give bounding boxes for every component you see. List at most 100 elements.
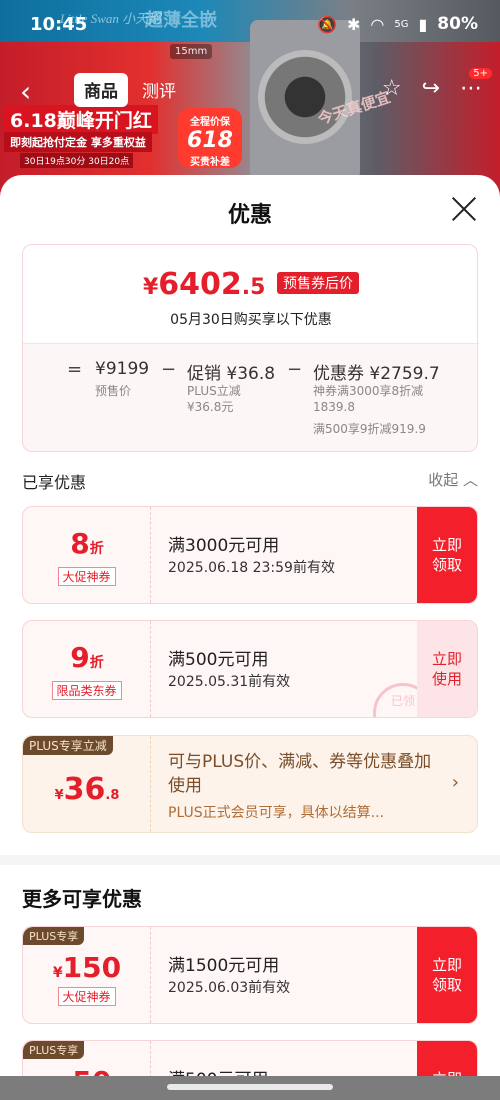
badge-618: 618 (187, 128, 233, 153)
coupon-value-area: PLUS专享 ¥150 大促神券 (23, 927, 151, 1023)
share-icon[interactable]: ↪ (422, 76, 440, 101)
tab-product[interactable]: 商品 (74, 73, 128, 107)
promo-amount-label: ¥36.8元 (187, 400, 234, 414)
coupon-amount: ¥150 (23, 951, 151, 984)
coupon-type: 大促神券 (57, 987, 116, 1006)
coupon-amount-number: 150 (62, 951, 122, 984)
price-guarantee-badge: 全程价保 618 买贵补差 (178, 108, 242, 168)
battery-level: 80% (437, 14, 478, 34)
plus-exclusive-tag: PLUS专享 (23, 1041, 85, 1059)
coupon-condition: 满3000元可用 (168, 536, 280, 556)
signal-icon: 5G (394, 18, 409, 30)
plus-value-area: PLUS专享立减 ¥36.8 (23, 736, 151, 832)
plus-yen: ¥ (54, 788, 64, 803)
star-icon[interactable]: ☆ (382, 76, 402, 101)
coupon-type: 大促神券 (57, 567, 116, 586)
back-icon[interactable]: ‹ (20, 74, 56, 110)
plus-description: 可与PLUS价、满减、券等优惠叠加使用 (168, 752, 432, 796)
coupon-value-area: 9折 限品类东券 (23, 621, 151, 717)
button-line1: 立即 (431, 956, 462, 974)
plus-discount-card[interactable]: PLUS专享立减 ¥36.8 可与PLUS价、满减、券等优惠叠加使用 PLUS正… (22, 735, 478, 833)
coupon-expiry: 2025.05.31前有效 (168, 674, 291, 690)
coupon-card: 8折 大促神券 满3000元可用 2025.06.18 23:59前有效 立即 … (22, 506, 478, 604)
promo-times: 30日19点30分 30日20点 (20, 153, 134, 168)
coupon-discount-number: 9 (70, 641, 90, 674)
minus-sign: − (287, 359, 303, 380)
coupon-label-amount: 1839.8 (313, 400, 355, 414)
chevron-right-icon: › (451, 772, 459, 793)
status-time: 10:45 (30, 14, 88, 35)
coupon-discount-unit: 折 (89, 655, 104, 671)
final-price-yen: ¥ (142, 275, 159, 300)
plus-dec: .8 (105, 788, 120, 803)
close-icon[interactable] (450, 195, 478, 223)
coupon-discount: 8折 (23, 527, 151, 560)
coupon-condition: 满500元可用 (168, 650, 269, 670)
enjoyed-section-label: 已享优惠 (22, 473, 87, 492)
presale-label: 预售价 (95, 384, 132, 398)
coupon-value-area: 8折 大促神券 (23, 507, 151, 603)
promo-subtitle: 即刻起抢付定金 享多重权益 (4, 132, 152, 152)
coupon-card: 9折 限品类东券 满500元可用 2025.05.31前有效 已领 立即 使用 (22, 620, 478, 718)
button-line2: 领取 (431, 976, 462, 994)
plus-exclusive-tag: PLUS专享 (23, 927, 85, 945)
status-bar: 10:45 🔕 ✱ ◠ 5G ▮ 80% (0, 12, 500, 42)
final-price-int: 6402 (158, 267, 242, 302)
navigation-bar (0, 1076, 500, 1100)
final-price-row: ¥6402.5 预售券后价 (23, 267, 479, 302)
thin-label: 15mm (170, 44, 213, 59)
button-line2: 使用 (431, 670, 462, 688)
coupon-type: 限品类东券 (51, 681, 122, 700)
plus-tag: PLUS专享立减 (23, 736, 113, 755)
plus-int: 36 (63, 772, 106, 807)
coupon-discount: 9折 (23, 641, 151, 674)
presale-tag: 预售券后价 (277, 272, 360, 294)
section-divider (0, 855, 500, 865)
plus-amount: ¥36.8 (23, 772, 151, 807)
tab-review[interactable]: 测评 (132, 73, 186, 107)
more-icon[interactable]: ⋯ (460, 76, 482, 101)
coupon-card: PLUS专享 ¥150 大促神券 满1500元可用 2025.06.03前有效 … (22, 926, 478, 1024)
button-line1: 立即 (431, 650, 462, 668)
claim-coupon-button[interactable]: 立即 领取 (417, 507, 477, 603)
use-coupon-button[interactable]: 立即 使用 (417, 621, 477, 717)
button-line2: 领取 (431, 556, 462, 574)
coupon-discount-unit: 折 (89, 541, 104, 557)
purchase-date-note: 05月30日购买享以下优惠 (170, 312, 332, 328)
promo-label: PLUS立减 (187, 384, 241, 398)
message-count-badge: 5+ (469, 68, 492, 79)
status-icons: 🔕 ✱ ◠ 5G ▮ 80% (317, 14, 478, 34)
coupon-condition: 满1500元可用 (168, 956, 280, 976)
final-price: ¥6402.5 (143, 267, 271, 302)
badge-line1: 全程价保 (190, 117, 230, 128)
mute-icon: 🔕 (317, 14, 337, 34)
plus-note: PLUS正式会员可享，具体以结算... (168, 805, 385, 821)
coupon-value: 优惠券 ¥2759.7 (313, 364, 440, 384)
home-indicator[interactable] (167, 1084, 333, 1090)
promo-value: 促销 ¥36.8 (187, 364, 276, 384)
coupon-discount-number: 8 (70, 527, 90, 560)
collapse-button[interactable]: 收起 ︿ (428, 469, 478, 490)
price-breakdown: = ¥9199 预售价 − 促销 ¥36.8 PLUS立减 ¥36.8元 − 优… (23, 359, 479, 449)
presale-price: ¥9199 (95, 359, 150, 379)
button-line1: 立即 (431, 536, 462, 554)
discount-sheet: 优惠 ¥6402.5 预售券后价 05月30日购买享以下优惠 = ¥9199 预… (0, 175, 500, 1100)
nav-actions: ☆ ↪ ⋯ (382, 76, 482, 101)
coupon-expiry: 2025.06.03前有效 (168, 980, 291, 996)
equals-sign: = (67, 359, 83, 380)
coupon-yen: ¥ (52, 965, 63, 981)
claim-coupon-button[interactable]: 立即 领取 (417, 927, 477, 1023)
coupon-expiry: 2025.06.18 23:59前有效 (168, 560, 335, 576)
divider (23, 343, 479, 344)
final-price-dec: .5 (241, 275, 266, 300)
product-tabs: 商品 测评 (74, 73, 186, 107)
wifi-icon: ◠ (370, 14, 385, 34)
coupon-label: 神券满3000享8折减 (313, 384, 424, 398)
badge-line2: 买贵补差 (190, 157, 230, 168)
more-discounts-title: 更多可享优惠 (22, 887, 142, 911)
coupon-label-2: 满500享9折减919.9 (313, 422, 426, 436)
bluetooth-icon: ✱ (346, 14, 361, 34)
battery-icon: ▮ (418, 14, 428, 34)
sheet-title: 优惠 (227, 203, 272, 228)
price-summary: ¥6402.5 预售券后价 05月30日购买享以下优惠 = ¥9199 预售价 … (22, 244, 479, 452)
